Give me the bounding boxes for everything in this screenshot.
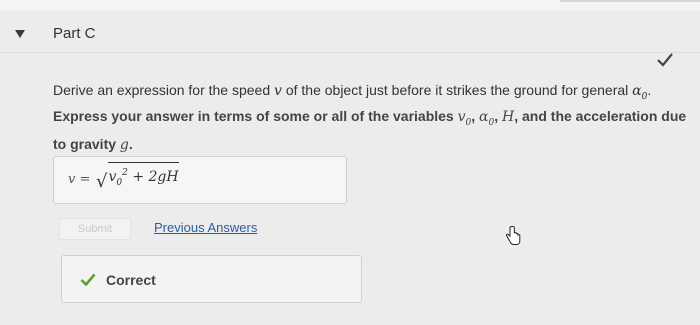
- var-v0: v0: [457, 109, 472, 128]
- radicand: v02 + 2gH: [108, 162, 179, 192]
- answer-instructions: Express your answer in terms of some or …: [53, 108, 687, 153]
- answer-label: v =: [68, 172, 91, 187]
- answer-input-box[interactable]: v = √ v02 + 2gH: [53, 156, 347, 204]
- caret-down-icon[interactable]: [14, 29, 26, 39]
- feedback-text: Correct: [106, 272, 156, 288]
- answer-expression: √ v02 + 2gH: [96, 162, 179, 192]
- submit-button[interactable]: Submit: [59, 218, 131, 240]
- feedback-box: Correct: [61, 255, 362, 303]
- var-alpha: α0: [632, 83, 648, 102]
- var-g: g: [119, 136, 129, 153]
- var-H: H: [502, 109, 515, 125]
- question-text: Derive an expression for the speed v of …: [53, 82, 652, 102]
- var-alpha0: α0: [479, 109, 495, 128]
- top-accent-line: [560, 0, 700, 2]
- check-icon: [80, 273, 96, 286]
- checkmark-icon: [657, 53, 673, 67]
- part-title[interactable]: Part C: [53, 25, 96, 42]
- hand-cursor-icon: [505, 226, 521, 245]
- header-divider: [0, 52, 700, 53]
- var-v: v: [274, 83, 282, 99]
- previous-answers-link[interactable]: Previous Answers: [154, 220, 257, 235]
- sqrt-symbol: √: [96, 171, 108, 192]
